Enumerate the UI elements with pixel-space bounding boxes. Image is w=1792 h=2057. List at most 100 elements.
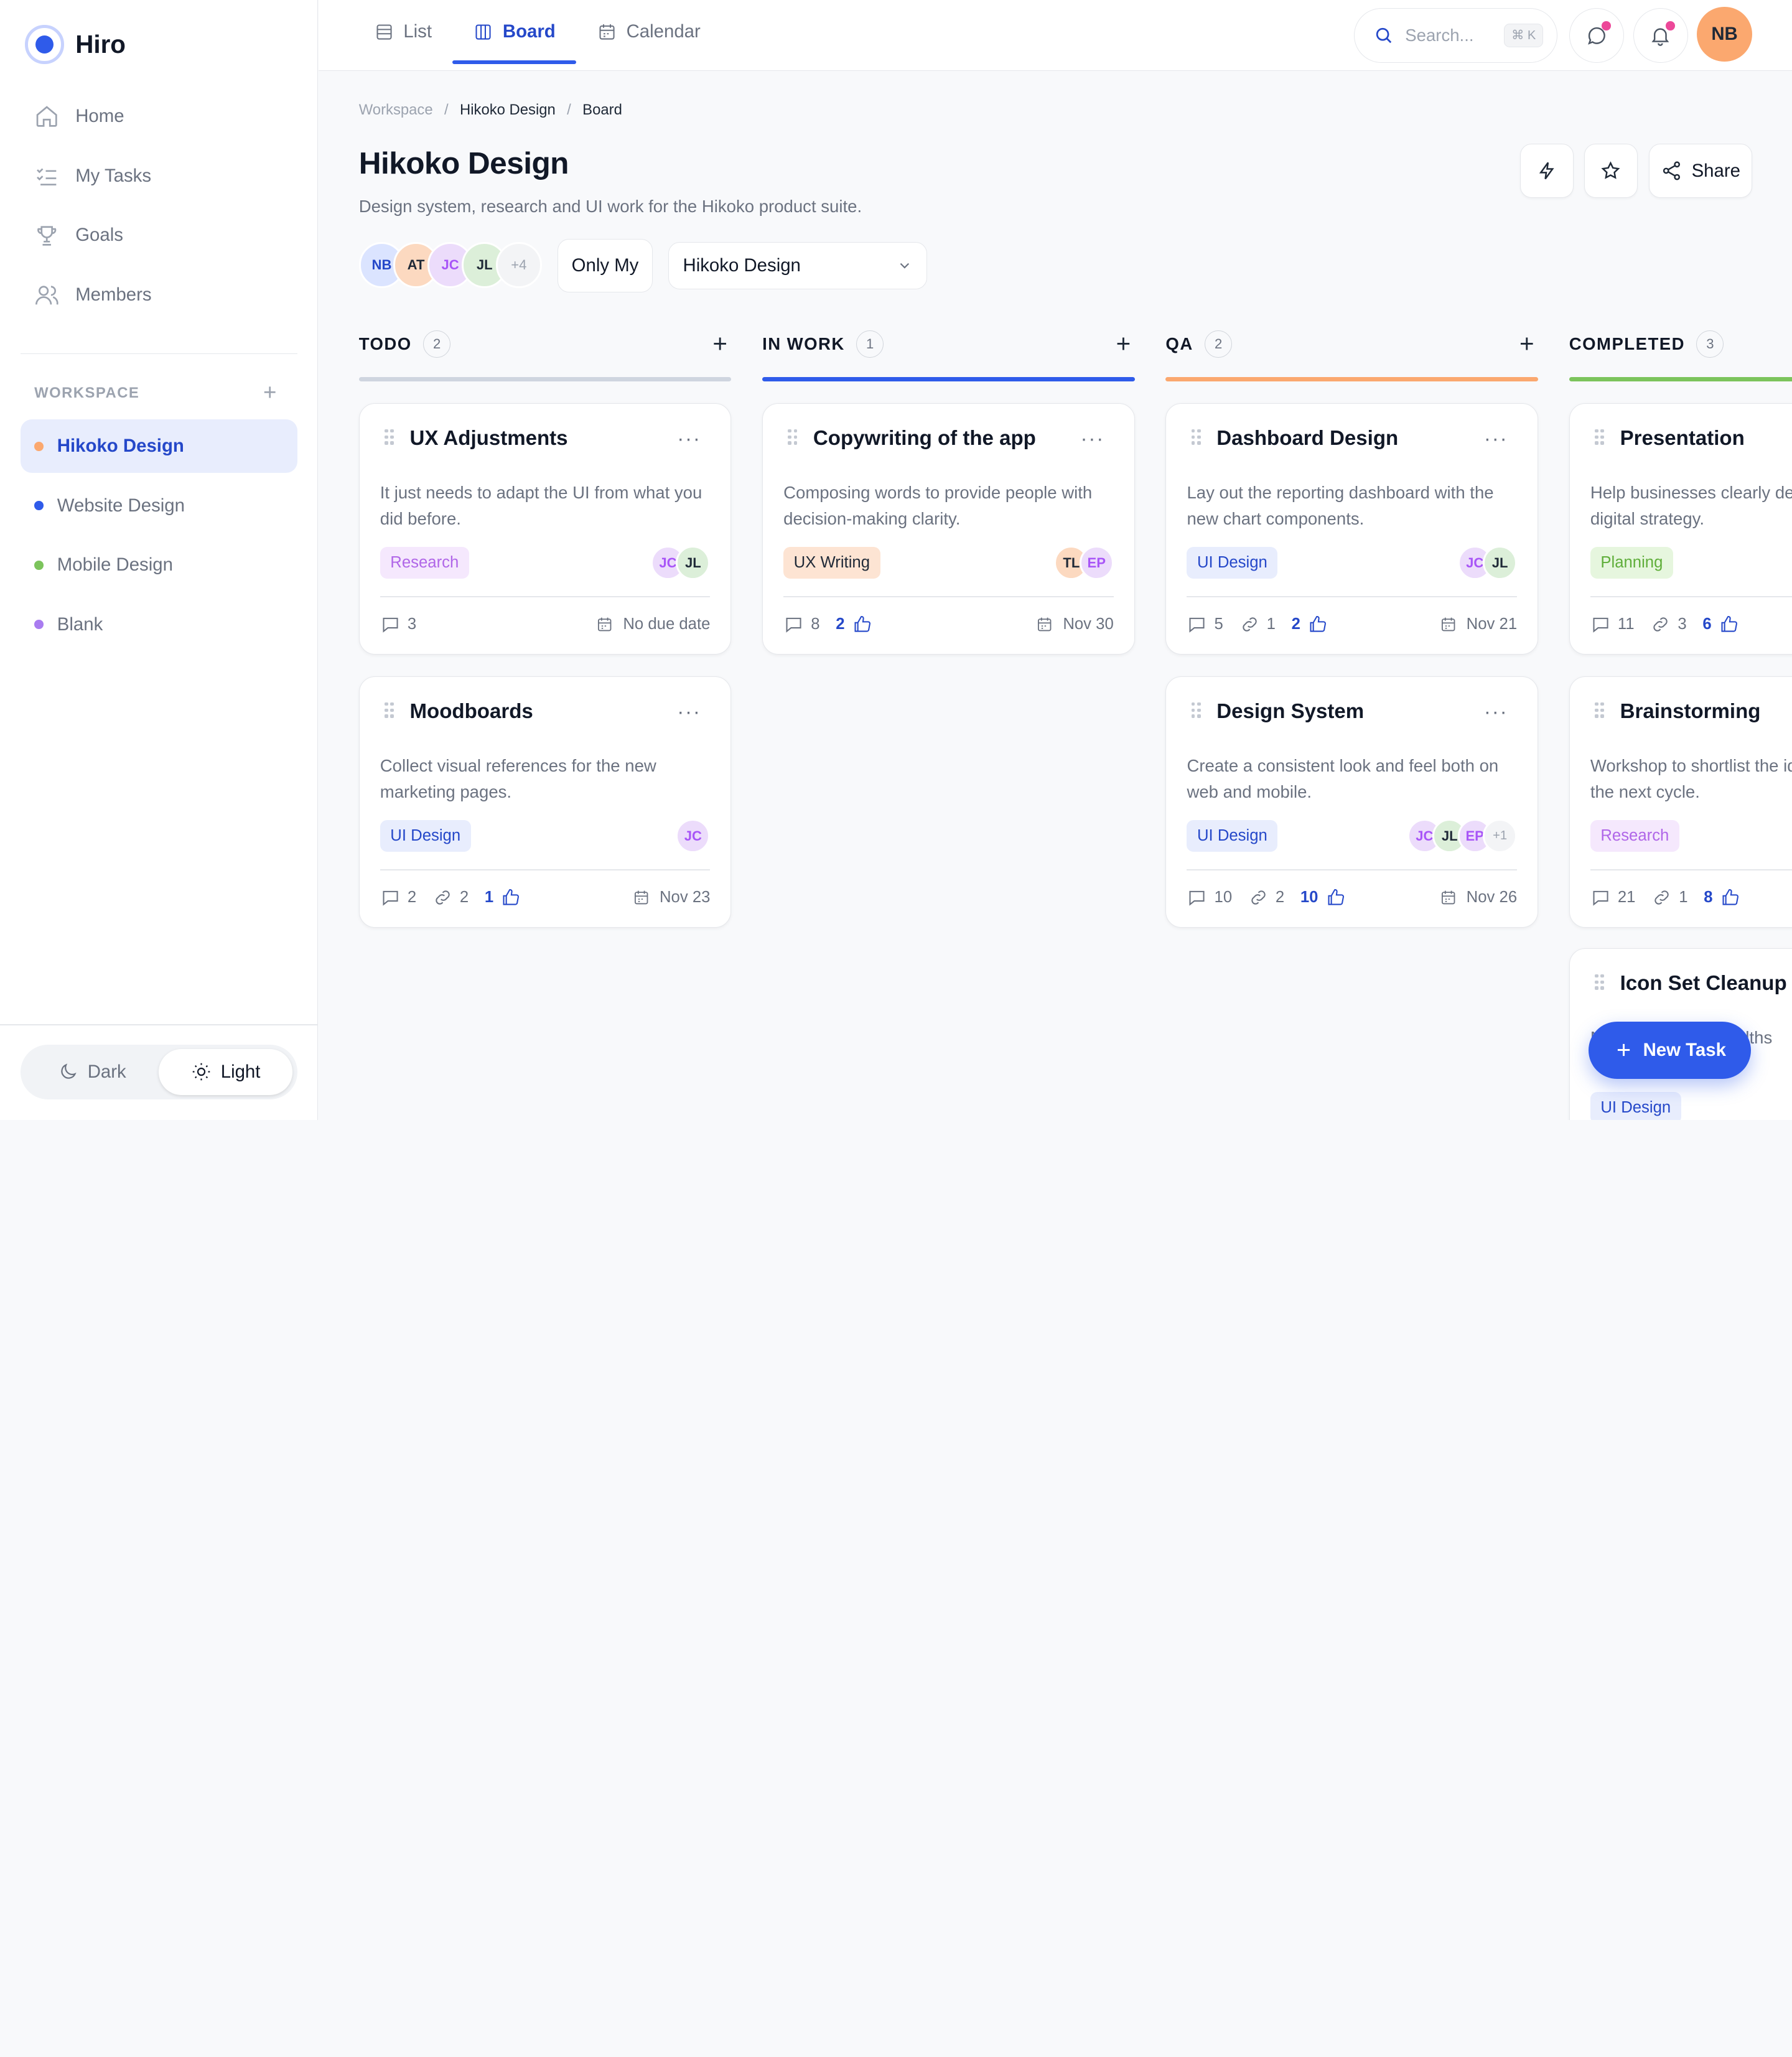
user-avatar[interactable]: NB [1697, 7, 1752, 62]
card-assignees[interactable]: JC [676, 819, 711, 854]
card-assignees[interactable]: JC JL [1457, 546, 1518, 581]
nav-item-my-tasks[interactable]: My Tasks [21, 151, 297, 201]
card-divider [1187, 869, 1518, 870]
due-date[interactable]: Nov 26 [1439, 889, 1517, 907]
workspace-item[interactable]: Blank [21, 598, 297, 651]
drag-handle-icon[interactable] [385, 702, 394, 719]
likes-stat[interactable]: 10 [1300, 887, 1346, 908]
column-color-bar [358, 377, 732, 382]
board-icon [475, 24, 491, 40]
likes-stat[interactable]: 1 [485, 887, 521, 908]
card-tag[interactable]: UI Design [1187, 819, 1278, 852]
task-card[interactable]: Brainstorming···Workshop to shortlist th… [1569, 676, 1792, 928]
card-assignees[interactable]: TL EP [1054, 546, 1114, 581]
add-card-button[interactable]: + [1112, 331, 1135, 356]
search-input[interactable]: Search... ⌘ K [1354, 7, 1558, 63]
new-task-button[interactable]: New Task [1589, 1022, 1751, 1079]
more-options-icon[interactable]: ··· [1081, 429, 1105, 449]
due-date[interactable]: Nov 30 [1035, 615, 1114, 633]
task-card[interactable]: Copywriting of the app ··· Composing words… [762, 403, 1135, 655]
workspace-item[interactable]: Hikoko Design [21, 419, 297, 473]
drag-handle-icon[interactable] [788, 429, 798, 445]
tab-list[interactable]: List [353, 0, 453, 64]
due-date[interactable]: Nov 21 [1439, 615, 1518, 633]
links-stat[interactable]: 2 [1248, 887, 1284, 908]
comments-stat[interactable]: 11 [1590, 614, 1635, 635]
task-card[interactable]: UX Adjustments ··· It just needs to adapt … [358, 403, 732, 655]
card-stats: 11 3 6 [1590, 614, 1739, 635]
drag-handle-icon[interactable] [1595, 702, 1604, 719]
breadcrumb-project[interactable]: Hikoko Design [460, 101, 556, 119]
card-tag[interactable]: UI Design [380, 819, 471, 852]
tab-board[interactable]: Board [452, 0, 577, 64]
more-options-icon[interactable]: ··· [677, 702, 701, 722]
due-date[interactable]: Nov 23 [632, 889, 710, 907]
card-stats: 5 12 [1187, 614, 1327, 635]
drag-handle-icon[interactable] [1191, 702, 1201, 719]
drag-handle-icon[interactable] [1595, 429, 1604, 445]
tab-calendar[interactable]: Calendar [576, 0, 721, 64]
nav-item-goals[interactable]: Goals [21, 210, 297, 261]
drag-handle-icon[interactable] [1191, 429, 1201, 445]
likes-stat[interactable]: 8 [1704, 887, 1740, 908]
card-tag[interactable]: Research [1590, 819, 1679, 852]
more-options-icon[interactable]: ··· [677, 429, 701, 449]
automation-button[interactable] [1519, 144, 1574, 198]
member-avatars[interactable]: NB AT JC JL +4 [358, 242, 542, 288]
card-tag[interactable]: UI Design [1590, 1092, 1681, 1120]
card-tag[interactable]: Research [380, 546, 469, 579]
workspace-item[interactable]: Mobile Design [21, 538, 297, 592]
breadcrumb-current: Board [582, 101, 622, 119]
likes-stat[interactable]: 2 [836, 614, 872, 635]
add-card-button[interactable]: + [1515, 331, 1538, 356]
add-workspace-button[interactable]: + [263, 381, 276, 404]
notifications-button[interactable] [1633, 7, 1688, 63]
likes-stat[interactable]: 2 [1292, 614, 1328, 635]
nav-item-members[interactable]: Members [21, 269, 297, 320]
favorite-button[interactable] [1584, 144, 1638, 198]
drag-handle-icon[interactable] [1595, 974, 1604, 991]
only-my-filter-button[interactable]: Only My [558, 238, 653, 293]
topbar: List Board Calendar Search... ⌘ K NB [319, 0, 1792, 71]
nav-item-label: Goals [75, 225, 123, 246]
brand[interactable]: Hiro [25, 25, 126, 64]
due-date[interactable]: No due date [595, 615, 710, 633]
likes-stat[interactable]: 6 [1702, 614, 1738, 635]
task-card[interactable]: Moodboards ··· Collect visual references f… [358, 676, 732, 928]
comments-stat[interactable]: 3 [380, 614, 416, 635]
nav-item-home[interactable]: Home [21, 91, 297, 142]
comments-stat[interactable]: 21 [1590, 887, 1635, 908]
messages-button[interactable] [1569, 7, 1624, 63]
task-card[interactable]: Presentation···Help businesses clearly d… [1569, 403, 1792, 655]
theme-light-button[interactable]: Light [159, 1049, 293, 1095]
comments-stat[interactable]: 8 [783, 614, 819, 635]
links-stat[interactable]: 1 [1239, 614, 1276, 635]
theme-dark-button[interactable]: Dark [25, 1049, 159, 1094]
task-card[interactable]: Design System ··· Create a consistent look… [1165, 676, 1539, 928]
workspace-item[interactable]: Website Design [21, 479, 297, 533]
likes-count: 2 [836, 615, 845, 633]
card-tag[interactable]: Planning [1590, 546, 1673, 579]
card-tag[interactable]: UX Writing [783, 546, 880, 579]
thumbs-up-icon [503, 889, 520, 905]
more-options-icon[interactable]: ··· [1484, 429, 1508, 449]
card-assignees[interactable]: JC JL [650, 546, 711, 581]
links-stat[interactable]: 1 [1651, 887, 1688, 908]
tasks-icon [37, 168, 57, 185]
card-assignees[interactable]: JC JL EP +1 [1407, 819, 1518, 854]
add-card-button[interactable]: + [709, 331, 732, 356]
breadcrumb-workspace[interactable]: Workspace [359, 101, 433, 119]
links-stat[interactable]: 3 [1650, 614, 1687, 635]
task-card[interactable]: Dashboard Design ··· Lay out the reporting… [1165, 403, 1539, 655]
more-options-icon[interactable]: ··· [1484, 702, 1508, 722]
comments-stat[interactable]: 2 [380, 887, 416, 908]
drag-handle-icon[interactable] [385, 429, 394, 445]
links-stat[interactable]: 2 [432, 887, 469, 908]
comments-stat[interactable]: 10 [1187, 887, 1232, 908]
share-button[interactable]: Share [1649, 144, 1752, 198]
card-divider [380, 595, 711, 597]
project-select[interactable]: Hikoko Design [668, 242, 927, 289]
due-date-label: Nov 21 [1466, 615, 1518, 633]
card-tag[interactable]: UI Design [1187, 546, 1278, 579]
comments-stat[interactable]: 5 [1187, 614, 1223, 635]
